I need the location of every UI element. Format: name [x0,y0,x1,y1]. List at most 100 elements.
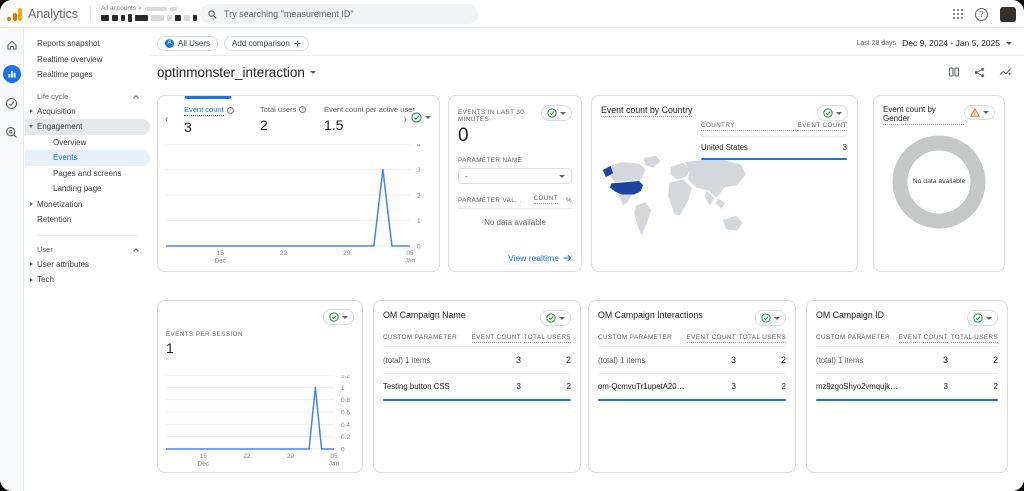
date-range-picker[interactable]: Last 28 days Dec 9, 2024 - Jan 5, 2025 [856,38,1012,48]
sidebar-item-realtime-pages[interactable]: Realtime pages [25,67,150,83]
data-warning-chip[interactable] [964,105,995,120]
sidebar-item-monetization[interactable]: Monetization [25,197,150,213]
event-count-line-chart: 0123415Dec222905Jan [166,144,432,264]
tab-event-count[interactable]: Event count? 3 [184,105,248,135]
data-quality-chip[interactable] [541,105,572,121]
nav-rail [0,28,24,491]
col-total-users: TOTAL USERS [739,334,786,343]
chevron-down-icon[interactable] [310,71,316,74]
gender-card-title: Event count by Gender [883,105,964,125]
help-icon[interactable]: ? [975,8,988,21]
data-quality-chip[interactable] [967,310,998,326]
all-users-chip[interactable]: A All Users [157,36,218,51]
collapse-icon [133,248,139,254]
scroll-indicator [598,399,786,401]
total-label: (total) 1 items [598,356,686,365]
col-event-count: EVENT COUNT [687,334,736,343]
table-row[interactable]: om-QcmvuTr1upetA20Nq... 3 2 [598,374,786,399]
scroll-indicator [816,399,998,401]
avatar[interactable] [1000,7,1016,22]
sidebar-section-life-cycle[interactable]: Life cycle [25,90,150,104]
table-row[interactable]: Testing button CSS 3 2 [383,374,571,399]
reports-icon[interactable] [3,65,21,83]
sidebar-section-user[interactable]: User [25,243,150,257]
advertising-icon[interactable] [3,94,21,112]
metric-value: 3 [184,119,248,135]
redacted-account-name [145,7,177,11]
data-quality-chip[interactable] [323,309,354,325]
sidebar-item-acquisition[interactable]: Acquisition [25,104,150,120]
insights-icon[interactable] [999,66,1012,78]
search-input[interactable]: Try searching "measurement ID" [200,4,478,24]
expand-icon [30,262,33,266]
eps-sub: - [166,356,354,363]
apps-grid-icon[interactable] [953,9,964,20]
sidebar-item-realtime-overview[interactable]: Realtime overview [25,52,150,68]
page-title[interactable]: optinmonster_interaction [157,65,305,80]
col-total-users: TOTAL USERS [524,334,571,343]
total-row: (total) 1 items 3 2 [383,347,571,373]
sidebar-item-user-attributes[interactable]: User attributes [25,257,150,273]
svg-text:Jan: Jan [329,461,340,468]
data-quality-chip[interactable] [540,310,571,326]
expand-icon [30,278,33,282]
chevron-down-icon [836,112,842,115]
main-content: A All Users Add comparison Last 28 days … [150,28,1024,491]
col-event-count: EVENT COUNT [899,334,948,343]
comparison-bar: A All Users Add comparison Last 28 days … [157,34,1012,52]
warning-icon [970,108,980,117]
sidebar-item-landing-page[interactable]: Landing page [25,181,150,197]
sidebar-item-overview[interactable]: Overview [25,135,150,151]
explore-icon[interactable] [3,123,21,141]
card-title: OM Campaign Name [383,310,466,320]
add-comparison-button[interactable]: Add comparison [224,36,309,51]
table-row[interactable]: mz9zgoShyo2vmqujku2b 3 2 [816,374,998,399]
parameter-value: om-QcmvuTr1upetA20Nq... [598,382,686,391]
col-percent: % [566,197,572,204]
svg-text:29: 29 [287,453,295,460]
app-bar: Analytics All accounts > Try searching "… [0,0,1024,28]
chevron-down-icon [774,317,780,320]
sidebar-item-pages-and-screens[interactable]: Pages and screens [25,166,150,182]
event-count-by-gender-card: Event count by Gender No data available [873,95,1005,272]
chevron-down-icon [425,116,431,119]
sidebar-item-reports-snapshot[interactable]: Reports snapshot [25,36,150,52]
svg-text:29: 29 [343,250,351,257]
data-quality-chip[interactable] [817,105,848,121]
data-quality-chip[interactable] [409,110,433,125]
redacted-property-name [101,14,197,22]
metrics-scroll-right-icon[interactable]: › [404,114,407,125]
table-row[interactable]: United States 3 [701,137,847,158]
plus-icon [294,40,301,47]
card-title: OM Campaign Interactions [598,310,703,320]
check-circle-icon [411,112,422,123]
check-circle-icon [973,313,983,323]
account-breadcrumb: All accounts > [101,5,142,12]
country-card-title: Event count by Country [601,105,692,117]
divider [150,55,1024,56]
account-switcher[interactable]: All accounts > [90,5,197,22]
sidebar-item-retention[interactable]: Retention [25,212,150,228]
country-table: COUNTRY EVENT COUNT United States 3 [701,122,847,160]
chevron-down-icon [983,111,989,114]
parameter-name-select[interactable]: - [458,168,572,184]
expand-icon [30,109,33,113]
realtime-events-card: EVENTS IN LAST 30 MINUTES 0 PARAMETER NA… [448,95,582,272]
sidebar-item-tech[interactable]: Tech [25,272,150,288]
svg-text:4: 4 [417,144,421,149]
sidebar-item-engagement[interactable]: Engagement [25,119,150,135]
reports-sidebar: Reports snapshot Realtime overview Realt… [25,28,150,491]
sidebar-item-events[interactable]: Events [25,150,150,166]
svg-text:22: 22 [243,453,251,460]
compare-icon[interactable] [948,66,960,78]
chevron-down-icon [559,317,565,320]
tab-total-users[interactable]: Total users? 2 [260,105,312,135]
metrics-scroll-left-icon[interactable]: ‹ [165,114,168,125]
svg-text:0: 0 [341,447,345,454]
svg-text:1.2: 1.2 [341,375,350,380]
share-icon[interactable] [974,67,985,78]
view-realtime-link[interactable]: View realtime [508,253,572,263]
home-icon[interactable] [3,36,21,54]
data-quality-chip[interactable] [755,310,786,326]
analytics-logo-icon[interactable] [7,7,22,21]
